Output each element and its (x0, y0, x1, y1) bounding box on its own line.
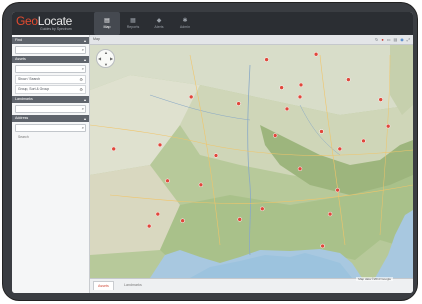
print-icon[interactable]: ▤ (394, 37, 398, 42)
pan-up-icon[interactable]: ▲ (104, 50, 108, 55)
asset-marker[interactable] (297, 166, 303, 172)
asset-marker[interactable] (180, 218, 185, 223)
pan-right-icon[interactable]: ▶ (110, 56, 113, 61)
nav-admin[interactable]: ✱ Admin (172, 12, 198, 35)
settings-icon[interactable]: ⚙ (79, 76, 83, 83)
asset-marker[interactable] (236, 101, 241, 106)
record-icon[interactable]: ● (381, 37, 383, 42)
search-icon[interactable]: ⌕ (82, 66, 84, 72)
globe-icon[interactable]: ◉ (400, 37, 404, 42)
asset-marker[interactable] (111, 146, 116, 152)
asset-marker[interactable] (198, 182, 204, 188)
map-toolbar: ↻ ● ▭ ▤ ◉ ⤢ (375, 37, 410, 42)
asset-marker[interactable] (146, 223, 152, 229)
device-frame: GeoLocate Guides by Spectrum ▤ Map ▦ Repor… (3, 3, 417, 300)
nav-map[interactable]: ▤ Map (94, 12, 120, 35)
asset-marker[interactable] (157, 142, 163, 148)
asset-marker[interactable] (319, 129, 324, 134)
collapse-icon[interactable]: ▴ (84, 37, 86, 44)
collapse-icon[interactable]: ▴ (84, 96, 86, 103)
map-header: Map ↻ ● ▭ ▤ ◉ ⤢ (90, 35, 413, 45)
asset-marker[interactable] (188, 94, 194, 100)
asset-marker[interactable] (297, 94, 303, 100)
search-icon[interactable]: ⌕ (82, 125, 84, 131)
fullscreen-icon[interactable]: ⤢ (407, 37, 410, 42)
panel-header-landmarks[interactable]: Landmarks ▴ (12, 96, 89, 103)
reports-icon: ▦ (130, 18, 136, 24)
asset-marker[interactable] (155, 211, 161, 217)
asset-marker[interactable] (237, 217, 242, 222)
logo-tagline: Guides by Spectrum (40, 27, 72, 31)
asset-marker[interactable] (346, 77, 351, 82)
panel-header-assets[interactable]: Assets ▴ (12, 56, 89, 63)
asset-marker[interactable] (165, 178, 170, 184)
asset-marker[interactable] (335, 187, 340, 193)
map-view[interactable]: ▲ ▼ ◀ ▶ (90, 45, 413, 278)
collapse-icon[interactable]: ▴ (84, 115, 86, 122)
map-canvas[interactable] (90, 45, 413, 278)
unit-search-field[interactable]: ⌕ (15, 46, 86, 62)
app-logo[interactable]: GeoLocate (16, 14, 72, 28)
alerts-icon: ◆ (156, 18, 162, 24)
asset-marker[interactable] (320, 243, 325, 249)
panel-header-address[interactable]: Address ▴ (12, 115, 89, 122)
map-pan-control[interactable]: ▲ ▼ ◀ ▶ (96, 49, 115, 68)
refresh-icon[interactable]: ↻ (375, 37, 378, 42)
asset-marker[interactable] (385, 123, 391, 129)
top-bar: GeoLocate Guides by Spectrum ▤ Map ▦ Repor… (12, 12, 413, 35)
asset-marker[interactable] (361, 138, 366, 144)
asset-marker[interactable] (213, 153, 219, 158)
app-screen: GeoLocate Guides by Spectrum ▤ Map ▦ Repor… (12, 12, 413, 293)
sidebar: Find▴ ⌕ Assets▴ ⌕ Show / Search⚙ Group, … (12, 35, 90, 293)
address-search-input[interactable] (16, 134, 80, 140)
nav-reports[interactable]: ▦ Reports (120, 12, 146, 35)
asset-marker[interactable] (327, 211, 333, 217)
map-icon: ▤ (104, 18, 110, 24)
asset-marker[interactable] (260, 206, 265, 212)
asset-list-item[interactable]: Group, Sort & Group ⚙ (15, 85, 86, 94)
asset-list-item[interactable]: Show / Search ⚙ (15, 75, 86, 84)
panel-header-find[interactable]: Find ▴ (12, 37, 89, 44)
search-icon[interactable]: ⌕ (82, 47, 84, 53)
settings-icon[interactable]: ⚙ (79, 86, 83, 93)
asset-marker[interactable] (337, 146, 343, 152)
collapse-icon[interactable]: ▴ (84, 56, 86, 63)
tab-assets[interactable]: Assets (93, 281, 114, 290)
pan-left-icon[interactable]: ◀ (98, 56, 101, 61)
nav-alerts[interactable]: ◆ Alerts (146, 12, 172, 35)
layers-icon[interactable]: ▭ (387, 37, 391, 42)
asset-marker[interactable] (284, 106, 290, 112)
address-search-field[interactable]: ⌕ (15, 124, 86, 140)
landmarks-search-field[interactable]: ⌕ (15, 105, 86, 121)
tab-landmarks[interactable]: Landmarks (120, 281, 146, 289)
asset-marker[interactable] (298, 82, 304, 88)
asset-marker[interactable] (264, 57, 269, 62)
asset-marker[interactable] (313, 52, 319, 57)
asset-marker[interactable] (279, 85, 284, 90)
assets-search-field[interactable]: ⌕ (15, 65, 86, 81)
map-title: Map (93, 37, 100, 41)
asset-marker[interactable] (272, 133, 278, 138)
pan-down-icon[interactable]: ▼ (104, 62, 108, 67)
asset-marker[interactable] (378, 97, 383, 102)
main-nav: ▤ Map ▦ Reports ◆ Alerts ✱ Admin (94, 12, 198, 35)
search-icon[interactable]: ⌕ (82, 106, 84, 112)
admin-icon: ✱ (182, 18, 188, 24)
map-attribution: Map data ©2013 Google (356, 277, 393, 281)
